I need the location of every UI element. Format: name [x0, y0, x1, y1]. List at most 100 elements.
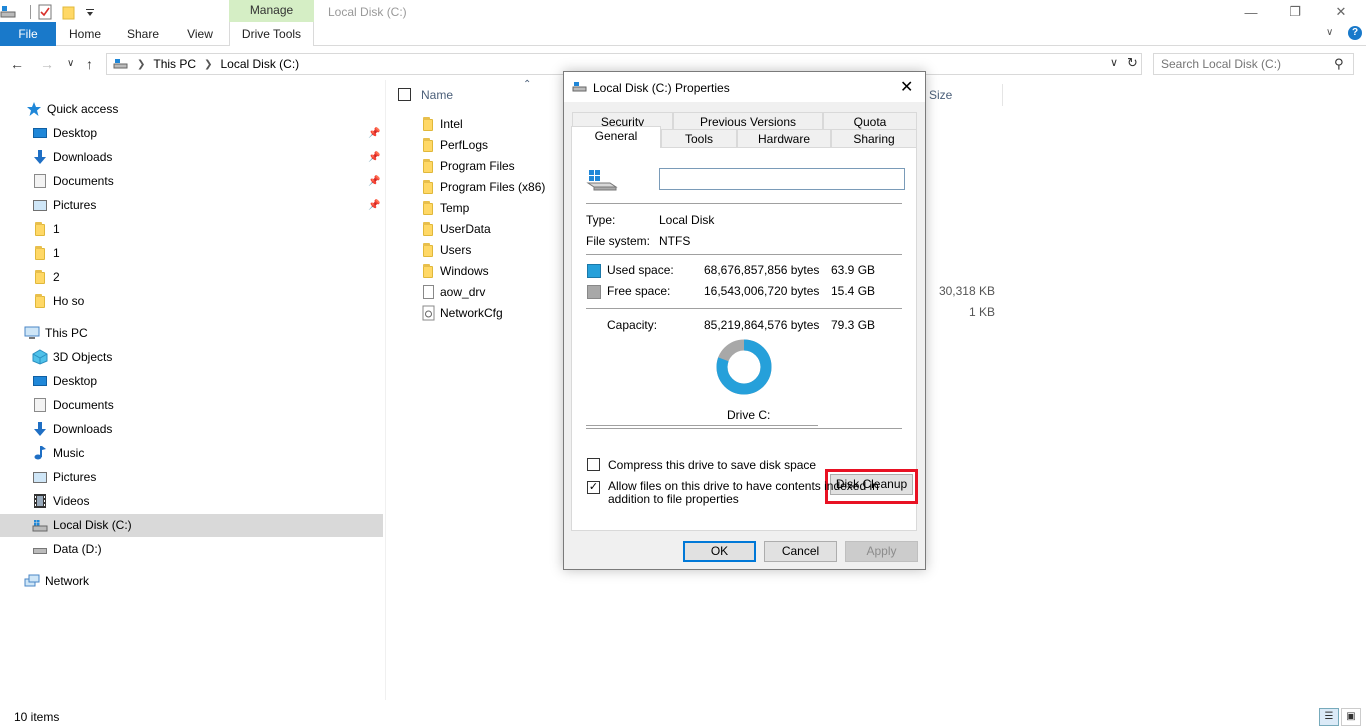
file-size: 1 KB	[968, 305, 995, 319]
divider	[586, 308, 902, 309]
back-arrow-icon[interactable]: ←	[10, 56, 24, 72]
properties-icon[interactable]	[37, 4, 53, 20]
network-icon	[24, 573, 40, 589]
tab-hardware[interactable]: Hardware	[737, 129, 831, 148]
restore-button[interactable]: ❐	[1272, 0, 1318, 24]
folder-icon	[420, 116, 436, 132]
drive-icon	[113, 58, 129, 70]
minimize-icon: —	[1244, 4, 1258, 20]
search-input[interactable]	[1154, 54, 1324, 74]
nav-quick-desktop[interactable]: Desktop	[32, 122, 97, 144]
help-icon[interactable]: ?	[1348, 26, 1362, 40]
file-name: Intel	[440, 116, 463, 131]
tab-drive-tools[interactable]: Drive Tools	[229, 22, 314, 46]
nav-network[interactable]: Network	[24, 570, 89, 592]
nav-quick-folder-1b[interactable]: 1	[32, 242, 60, 264]
forward-arrow-icon[interactable]: →	[40, 56, 54, 72]
drive-name-input[interactable]	[660, 169, 900, 189]
breadcrumb-chevron-icon[interactable]: ❯	[137, 59, 145, 70]
tab-general[interactable]: General	[571, 126, 661, 148]
nav-quick-folder-2[interactable]: 2	[32, 266, 60, 288]
pin-icon[interactable]: 📌	[368, 200, 380, 211]
pin-icon[interactable]: 📌	[368, 128, 380, 139]
compress-checkbox[interactable]	[587, 458, 600, 471]
nav-3d-objects[interactable]: 3D Objects	[32, 346, 112, 368]
compress-label[interactable]: Compress this drive to save disk space	[608, 458, 816, 472]
select-all-checkbox[interactable]	[398, 84, 411, 106]
drive-icon	[572, 81, 588, 93]
cancel-button[interactable]: Cancel	[764, 541, 837, 562]
nav-documents[interactable]: Documents	[32, 394, 114, 416]
capacity-bytes: 85,219,864,576 bytes	[704, 318, 820, 332]
nav-quick-folder-1[interactable]: 1	[32, 218, 60, 240]
dialog-close-icon[interactable]: ✕	[900, 77, 913, 97]
file-size: 30,318 KB	[938, 284, 995, 298]
index-label[interactable]: Allow files on this drive to have conten…	[608, 480, 908, 506]
details-view-button[interactable]: ☰	[1319, 708, 1339, 726]
folder-icon	[32, 245, 48, 261]
index-checkbox[interactable]: ✓	[587, 481, 600, 494]
tab-share[interactable]: Share	[120, 22, 166, 46]
type-label: Type:	[586, 213, 616, 227]
ribbon-tabs: File Home Share View Drive Tools ∨ ?	[0, 22, 1366, 46]
large-icons-view-button[interactable]: ▣	[1341, 708, 1361, 726]
folder-icon	[420, 179, 436, 195]
nav-label: Music	[53, 446, 85, 460]
column-header-size[interactable]: Size	[929, 88, 952, 110]
nav-quick-access[interactable]: Quick access	[26, 98, 118, 120]
refresh-icon[interactable]: ↻	[1127, 55, 1138, 71]
column-header-name[interactable]: Name	[421, 88, 453, 110]
tab-sharing[interactable]: Sharing	[831, 129, 917, 148]
minimize-button[interactable]: —	[1228, 0, 1274, 24]
tab-file[interactable]: File	[0, 22, 56, 46]
nav-music[interactable]: Music	[32, 442, 84, 464]
tab-home[interactable]: Home	[60, 22, 110, 46]
up-arrow-icon[interactable]: ↑	[86, 56, 93, 72]
music-icon	[32, 445, 48, 461]
pin-icon[interactable]: 📌	[368, 152, 380, 163]
nav-desktop[interactable]: Desktop	[32, 370, 97, 392]
tab-tools[interactable]: Tools	[661, 129, 737, 148]
nav-data-d[interactable]: Data (D:)	[32, 538, 102, 560]
address-dropdown-icon[interactable]: ∨	[1110, 56, 1118, 69]
pin-icon[interactable]: 📌	[368, 176, 380, 187]
nav-quick-folder-ho-so[interactable]: Ho so	[32, 290, 84, 312]
search-icon: ⚲	[1334, 56, 1344, 71]
details-view-icon: ☰	[1324, 711, 1334, 722]
apply-button[interactable]: Apply	[845, 541, 918, 562]
sort-ascending-icon: ⌃	[523, 79, 532, 90]
nav-videos[interactable]: Videos	[32, 490, 89, 512]
file-name: PerfLogs	[440, 137, 489, 152]
pane-splitter[interactable]	[385, 80, 386, 700]
nav-quick-pictures[interactable]: Pictures	[32, 194, 96, 216]
recent-locations-icon[interactable]: ∨	[67, 58, 74, 69]
customize-qat-icon[interactable]	[85, 4, 95, 20]
expand-ribbon-icon[interactable]: ∨	[1326, 27, 1333, 38]
drive-name-field[interactable]	[659, 168, 905, 190]
file-name: Program Files	[440, 158, 515, 173]
nav-downloads[interactable]: Downloads	[32, 418, 112, 440]
ok-button[interactable]: OK	[683, 541, 756, 562]
tab-view[interactable]: View	[178, 22, 222, 46]
nav-quick-downloads[interactable]: Downloads	[32, 146, 112, 168]
breadcrumb-chevron-icon[interactable]: ❯	[204, 59, 212, 70]
nav-pictures[interactable]: Pictures	[32, 466, 96, 488]
nav-this-pc[interactable]: This PC	[24, 322, 88, 344]
free-space-gb: 15.4 GB	[831, 284, 876, 298]
manage-context-header[interactable]: Manage	[229, 0, 314, 22]
search-box[interactable]: ⚲	[1153, 53, 1354, 75]
nav-local-disk-c[interactable]: Local Disk (C:)	[32, 514, 132, 536]
cube-icon	[32, 349, 48, 365]
close-button[interactable]: ✕	[1318, 0, 1364, 24]
nav-label: Downloads	[53, 150, 113, 164]
nav-quick-documents[interactable]: Documents	[32, 170, 114, 192]
new-folder-icon[interactable]	[61, 4, 77, 20]
used-space-label: Used space:	[607, 263, 674, 277]
breadcrumb-this-pc[interactable]: This PC	[153, 57, 196, 71]
breadcrumb-local-disk[interactable]: Local Disk (C:)	[220, 57, 299, 71]
nav-label: This PC	[45, 326, 88, 340]
file-name: aow_drv	[440, 284, 486, 299]
file-name: Program Files (x86)	[440, 179, 546, 194]
dialog-title-bar[interactable]: Local Disk (C:) Properties ✕	[564, 72, 925, 102]
column-divider[interactable]	[1002, 84, 1003, 106]
